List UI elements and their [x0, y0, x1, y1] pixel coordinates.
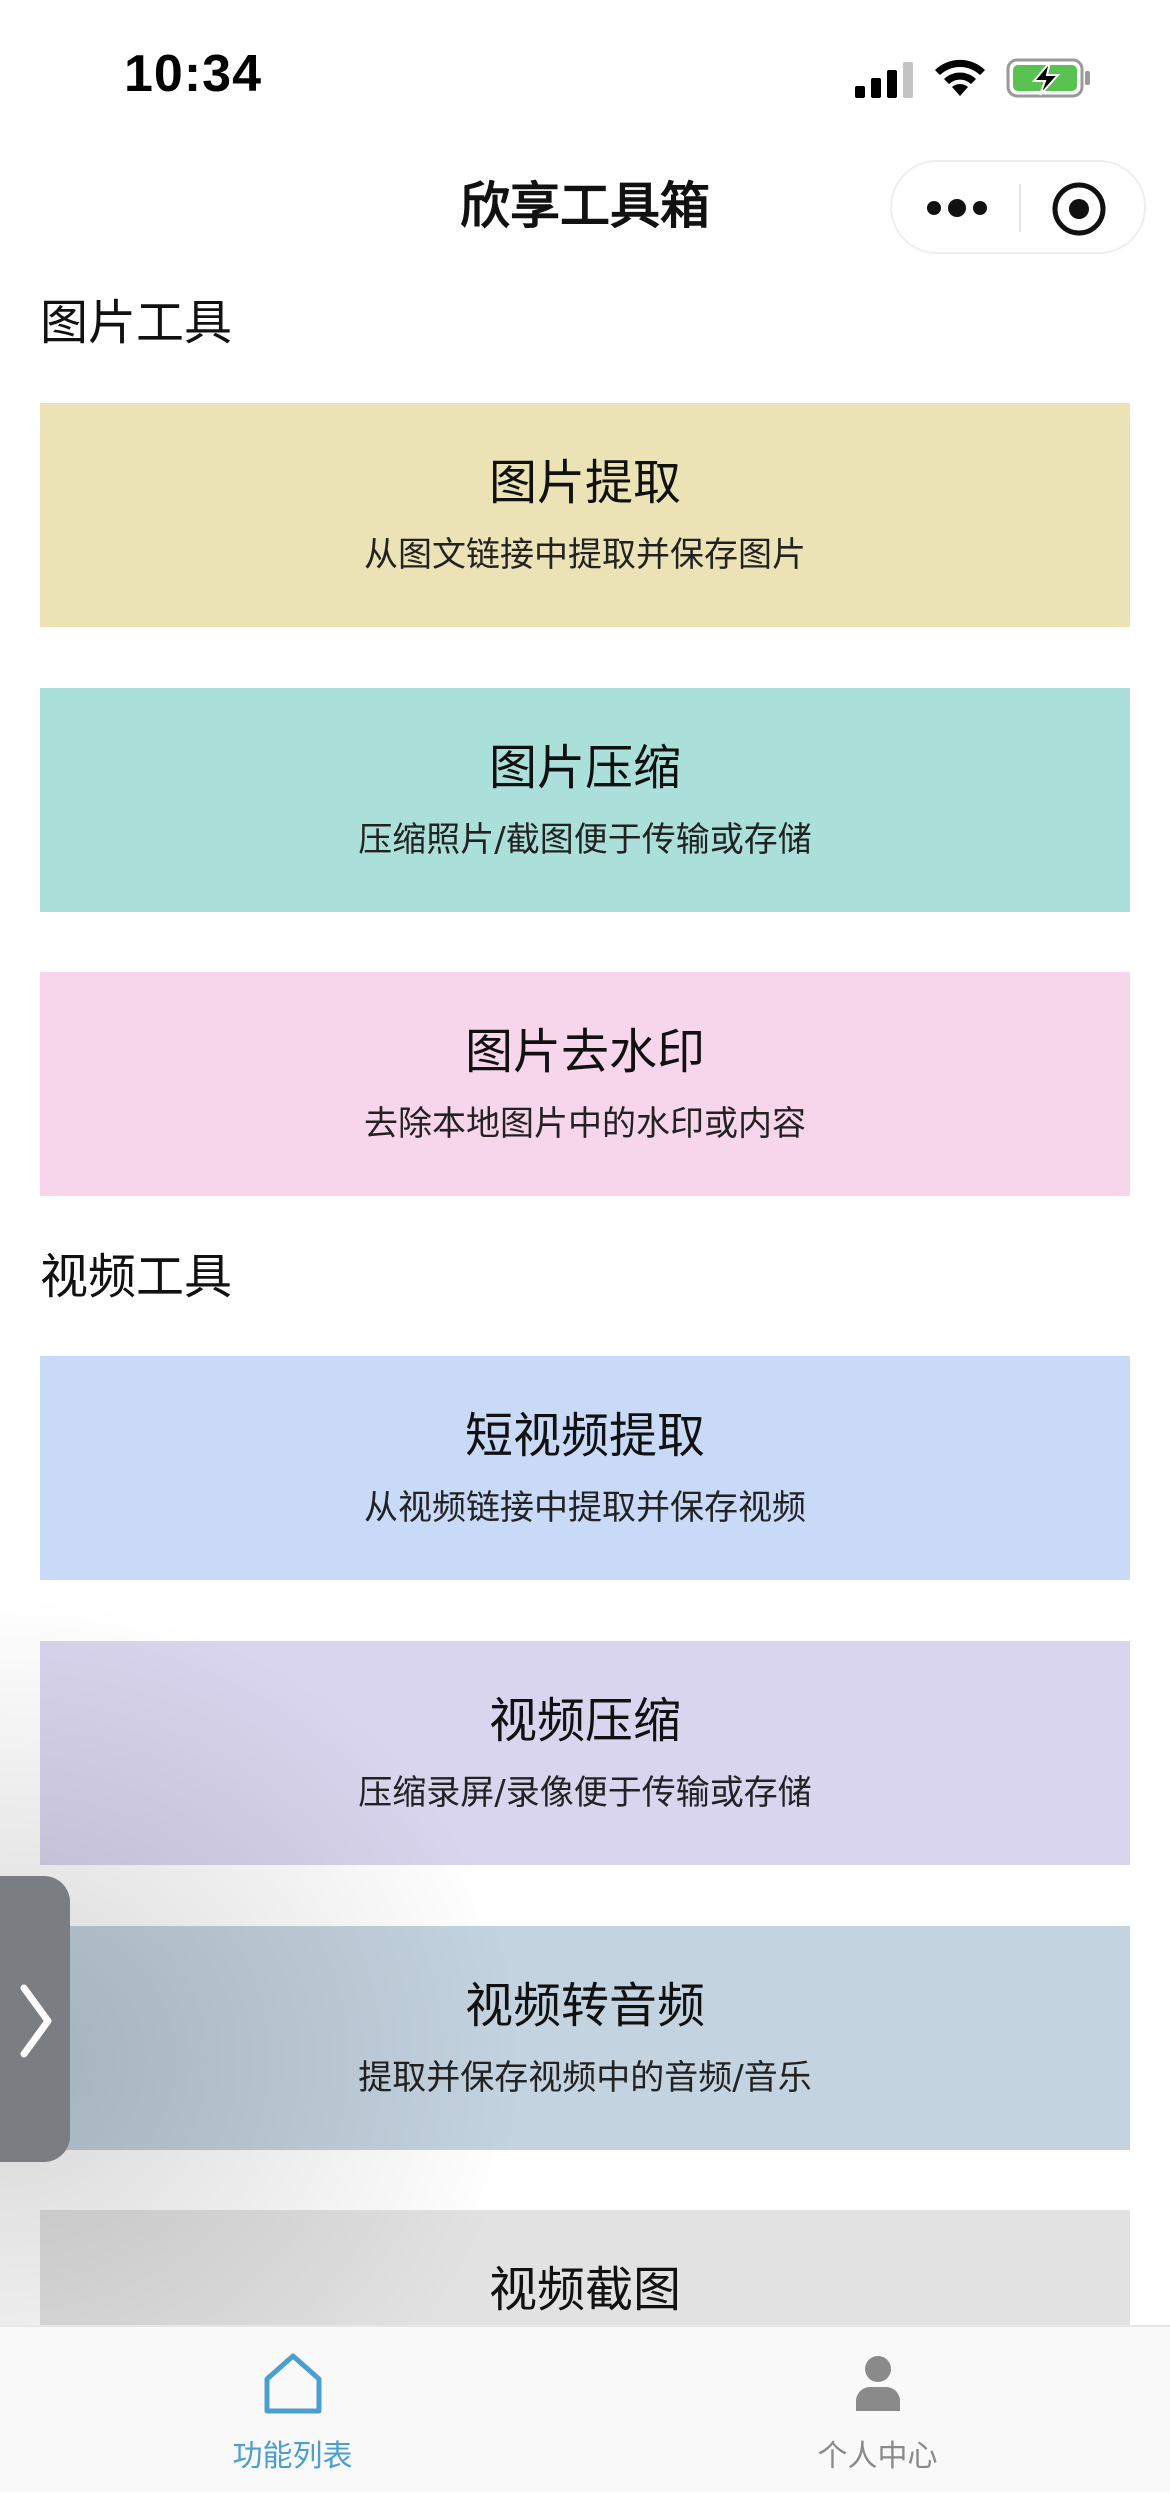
section-title-image-tools: 图片工具 — [40, 295, 233, 351]
tool-card-title: 短视频提取 — [464, 1408, 705, 1464]
side-drawer-handle[interactable] — [0, 1876, 70, 2162]
user-icon — [856, 2356, 900, 2411]
close-target-icon[interactable] — [1050, 180, 1108, 238]
status-time: 10:34 — [124, 45, 262, 103]
tool-card-description: 从图文链接中提取并保存图片 — [364, 535, 806, 575]
tool-card-image-extract[interactable]: 图片提取 从图文链接中提取并保存图片 — [40, 403, 1130, 627]
battery-charging-icon — [1006, 58, 1090, 98]
tool-card-title: 视频截图 — [488, 2262, 681, 2318]
tool-card-video-compress[interactable]: 视频压缩 压缩录屏/录像便于传输或存储 — [40, 1641, 1130, 1865]
tab-label: 功能列表 — [232, 2439, 353, 2474]
mini-program-capsule — [890, 160, 1146, 254]
tool-card-title: 视频压缩 — [488, 1693, 681, 1749]
tool-card-image-watermark-remove[interactable]: 图片去水印 去除本地图片中的水印或内容 — [40, 972, 1130, 1196]
tab-function-list[interactable]: 功能列表 — [0, 2327, 585, 2494]
tool-card-description: 去除本地图片中的水印或内容 — [364, 1104, 806, 1144]
tool-card-title: 视频转音频 — [464, 1978, 705, 2034]
tool-card-image-compress[interactable]: 图片压缩 压缩照片/截图便于传输或存储 — [40, 688, 1130, 912]
tool-card-short-video-extract[interactable]: 短视频提取 从视频链接中提取并保存视频 — [40, 1356, 1130, 1580]
section-title-video-tools: 视频工具 — [40, 1249, 233, 1305]
home-icon — [264, 2353, 322, 2414]
tool-card-title: 图片提取 — [488, 455, 681, 511]
tool-card-title: 图片压缩 — [488, 740, 681, 796]
wifi-icon — [935, 59, 985, 96]
cellular-signal-icon — [855, 62, 913, 98]
tool-card-description: 提取并保存视频中的音频/音乐 — [358, 2058, 812, 2098]
tab-personal-center[interactable]: 个人中心 — [585, 2327, 1170, 2494]
capsule-divider — [1019, 184, 1021, 232]
chevron-right-icon — [20, 1984, 52, 2058]
tool-card-description: 压缩照片/截图便于传输或存储 — [358, 820, 812, 860]
tool-card-title: 图片去水印 — [464, 1024, 705, 1080]
tool-card-description: 从视频链接中提取并保存视频 — [364, 1488, 806, 1528]
tool-card-video-to-audio[interactable]: 视频转音频 提取并保存视频中的音频/音乐 — [40, 1926, 1130, 2150]
status-bar: 10:34 — [0, 0, 1170, 150]
tab-label: 个人中心 — [817, 2439, 938, 2474]
more-icon[interactable] — [922, 182, 992, 234]
bottom-tab-bar: 功能列表 个人中心 — [0, 2325, 1170, 2492]
tool-card-description: 压缩录屏/录像便于传输或存储 — [358, 1773, 812, 1813]
